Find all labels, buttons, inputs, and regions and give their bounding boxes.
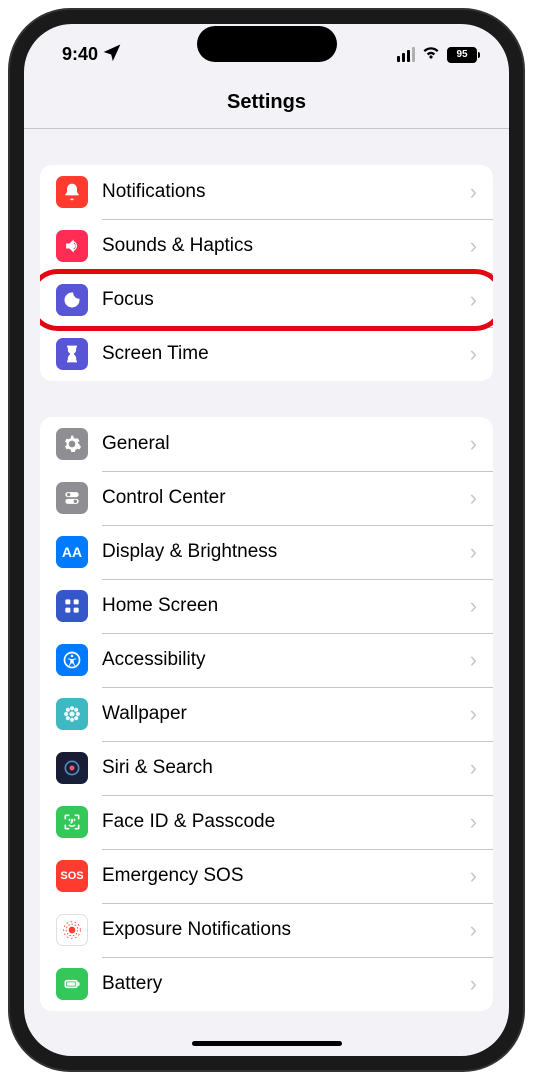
row-focus[interactable]: Focus › [40,273,493,327]
row-label: Sounds & Haptics [102,235,470,257]
row-label: General [102,433,470,455]
chevron-right-icon: › [470,917,477,943]
battery-icon: 95 [447,47,477,63]
home-indicator[interactable] [192,1041,342,1046]
location-arrow-icon [102,42,122,67]
status-time: 9:40 [62,44,98,65]
row-battery[interactable]: Battery › [40,957,493,1011]
chevron-right-icon: › [470,539,477,565]
chevron-right-icon: › [470,863,477,889]
chevron-right-icon: › [470,701,477,727]
cellular-signal-icon [397,47,415,62]
exposure-icon [56,914,88,946]
accessibility-icon [56,644,88,676]
speaker-icon [56,230,88,262]
row-label: Siri & Search [102,757,470,779]
row-screentime[interactable]: Screen Time › [40,327,493,381]
row-notifications[interactable]: Notifications › [40,165,493,219]
row-faceid[interactable]: Face ID & Passcode › [40,795,493,849]
header: Settings [24,75,509,129]
chevron-right-icon: › [470,485,477,511]
settings-section-1: Notifications › Sounds & Haptics › Focus… [40,165,493,381]
row-general[interactable]: General › [40,417,493,471]
chevron-right-icon: › [470,971,477,997]
bell-icon [56,176,88,208]
chevron-right-icon: › [470,233,477,259]
grid-icon [56,590,88,622]
text-size-icon: AA [56,536,88,568]
row-label: Control Center [102,487,470,509]
screen: 9:40 95 Settings Notifications › [24,24,509,1056]
chevron-right-icon: › [470,647,477,673]
hourglass-icon [56,338,88,370]
row-homescreen[interactable]: Home Screen › [40,579,493,633]
flower-icon [56,698,88,730]
switches-icon [56,482,88,514]
row-siri[interactable]: Siri & Search › [40,741,493,795]
chevron-right-icon: › [470,341,477,367]
row-label: Exposure Notifications [102,919,470,941]
chevron-right-icon: › [470,287,477,313]
row-display[interactable]: AA Display & Brightness › [40,525,493,579]
chevron-right-icon: › [470,593,477,619]
face-id-icon [56,806,88,838]
chevron-right-icon: › [470,809,477,835]
row-accessibility[interactable]: Accessibility › [40,633,493,687]
row-sounds[interactable]: Sounds & Haptics › [40,219,493,273]
row-label: Battery [102,973,470,995]
gear-icon [56,428,88,460]
siri-icon [56,752,88,784]
row-label: Notifications [102,181,470,203]
row-emergency[interactable]: SOS Emergency SOS › [40,849,493,903]
row-label: Focus [102,289,470,311]
chevron-right-icon: › [470,755,477,781]
row-label: Face ID & Passcode [102,811,470,833]
row-label: Emergency SOS [102,865,470,887]
row-wallpaper[interactable]: Wallpaper › [40,687,493,741]
battery-row-icon [56,968,88,1000]
chevron-right-icon: › [470,431,477,457]
chevron-right-icon: › [470,179,477,205]
notch [197,26,337,62]
row-label: Accessibility [102,649,470,671]
row-label: Wallpaper [102,703,470,725]
phone-frame: 9:40 95 Settings Notifications › [10,10,523,1070]
row-exposure[interactable]: Exposure Notifications › [40,903,493,957]
row-label: Home Screen [102,595,470,617]
row-label: Display & Brightness [102,541,470,563]
settings-section-2: General › Control Center › AA Display & … [40,417,493,1011]
page-title: Settings [24,91,509,114]
row-label: Screen Time [102,343,470,365]
row-controlcenter[interactable]: Control Center › [40,471,493,525]
moon-icon [56,284,88,316]
sos-icon: SOS [56,860,88,892]
wifi-icon [421,42,441,67]
